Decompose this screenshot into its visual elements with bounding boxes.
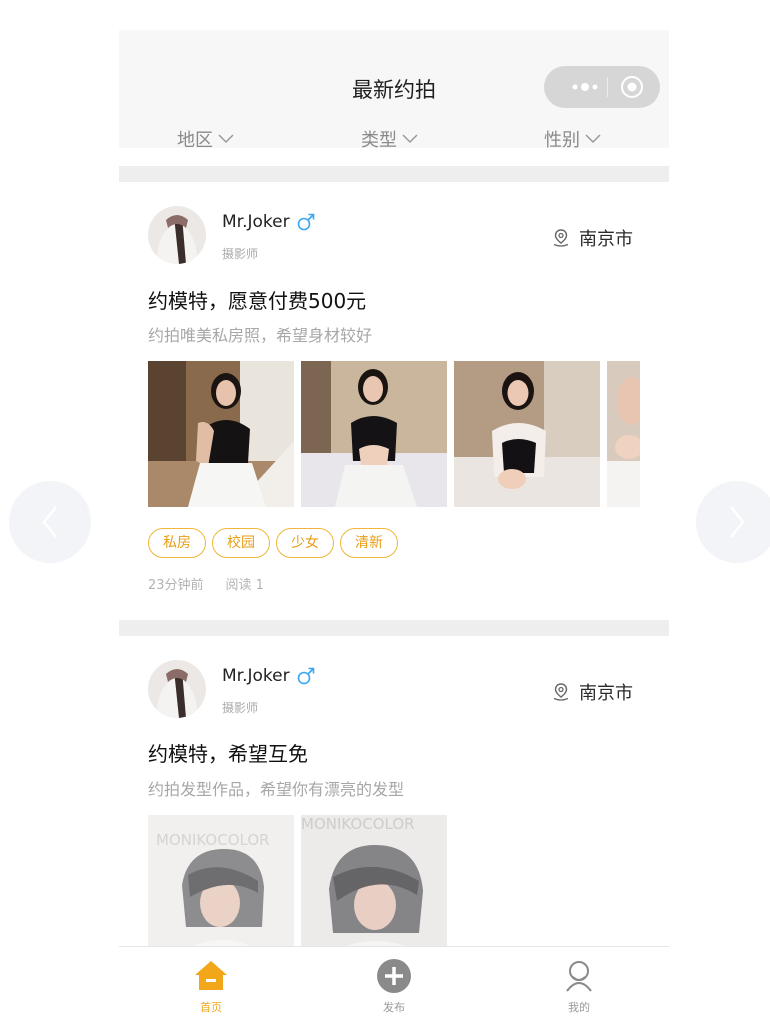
filter-region[interactable]: 地区 (177, 126, 234, 152)
user-role: 摄影师 (222, 701, 259, 715)
username[interactable]: Mr.Joker (222, 212, 316, 232)
location-text: 南京市 (579, 229, 633, 250)
tab-publish-label: 发布 (383, 1001, 405, 1014)
filter-bar: 地区 类型 性别 (119, 126, 669, 160)
post-reads: 阅读 1 (225, 578, 264, 593)
plus-circle-icon (377, 959, 411, 993)
username[interactable]: Mr.Joker (222, 666, 316, 686)
avatar[interactable] (148, 206, 206, 264)
tag-list: 私房 校园 少女 清新 (148, 528, 398, 558)
tag-chip[interactable]: 私房 (148, 528, 206, 558)
chevron-left-icon (42, 506, 57, 538)
mini-program-capsule[interactable] (544, 66, 660, 108)
phone-screen: 最新约拍 地区 类型 性别 Mr.Joker 摄影师 南京市 约模特，愿意付费5… (119, 30, 669, 1024)
capsule-divider (607, 77, 608, 97)
male-icon (297, 213, 314, 231)
chevron-down-icon (218, 134, 234, 144)
photo-watermark: MONIKOCOLOR (156, 831, 270, 849)
post-title[interactable]: 约模特，希望互免 (148, 738, 308, 767)
filter-gender-label: 性别 (544, 130, 580, 151)
post-photo[interactable] (454, 361, 600, 507)
avatar[interactable] (148, 660, 206, 718)
location: 南京市 (551, 679, 633, 705)
filter-type-label: 类型 (361, 130, 397, 151)
tab-mine[interactable]: 我的 (539, 957, 619, 1015)
section-divider (119, 166, 669, 182)
home-icon (195, 961, 227, 990)
post-meta: 23分钟前 阅读 1 (148, 574, 264, 593)
post-time: 23分钟前 (148, 578, 204, 593)
tab-home[interactable]: 首页 (171, 957, 251, 1015)
photo-strip[interactable] (148, 361, 640, 507)
post-card[interactable]: Mr.Joker 摄影师 南京市 约模特，希望互免 约拍发型作品，希望你有漂亮的… (119, 636, 669, 955)
close-target-icon[interactable] (620, 75, 644, 99)
location-text: 南京市 (579, 683, 633, 704)
tab-home-label: 首页 (200, 1001, 222, 1014)
filter-gender[interactable]: 性别 (544, 126, 601, 152)
male-icon (297, 667, 314, 685)
previous-arrow-button[interactable] (9, 481, 91, 563)
post-card[interactable]: Mr.Joker 摄影师 南京市 约模特，愿意付费500元 约拍唯美私房照，希望… (119, 182, 669, 620)
post-photo[interactable]: MONIKOCOLOR (148, 815, 294, 955)
user-role: 摄影师 (222, 247, 259, 261)
username-text: Mr.Joker (222, 212, 290, 232)
tag-chip[interactable]: 清新 (340, 528, 398, 558)
location: 南京市 (551, 225, 633, 251)
post-photo[interactable] (301, 361, 447, 507)
section-divider (119, 620, 669, 636)
more-dots-icon[interactable] (568, 80, 602, 94)
location-pin-icon (553, 683, 569, 701)
chevron-right-icon (730, 506, 745, 538)
chevron-down-icon (585, 134, 601, 144)
filter-type[interactable]: 类型 (361, 126, 418, 152)
post-photo[interactable] (607, 361, 640, 507)
tag-chip[interactable]: 少女 (276, 528, 334, 558)
post-photo[interactable] (148, 361, 294, 507)
tab-publish[interactable]: 发布 (354, 957, 434, 1015)
post-description: 约拍唯美私房照，希望身材较好 (148, 326, 373, 345)
chevron-down-icon (402, 134, 418, 144)
post-description: 约拍发型作品，希望你有漂亮的发型 (148, 780, 405, 799)
tag-chip[interactable]: 校园 (212, 528, 270, 558)
nav-bar: 最新约拍 地区 类型 性别 (119, 30, 669, 151)
tab-bar: 首页 发布 我的 (119, 946, 669, 1024)
post-title[interactable]: 约模特，愿意付费500元 (148, 285, 366, 314)
location-pin-icon (553, 229, 569, 247)
filter-region-label: 地区 (177, 130, 213, 151)
post-photo[interactable]: MONIKOCOLOR (301, 815, 447, 955)
username-text: Mr.Joker (222, 666, 290, 686)
photo-watermark: MONIKOCOLOR (301, 815, 415, 833)
next-arrow-button[interactable] (696, 481, 770, 563)
photo-strip[interactable]: MONIKOCOLOR MONIKOCOLOR (148, 815, 640, 955)
tab-mine-label: 我的 (568, 1001, 590, 1014)
user-icon (566, 961, 592, 992)
